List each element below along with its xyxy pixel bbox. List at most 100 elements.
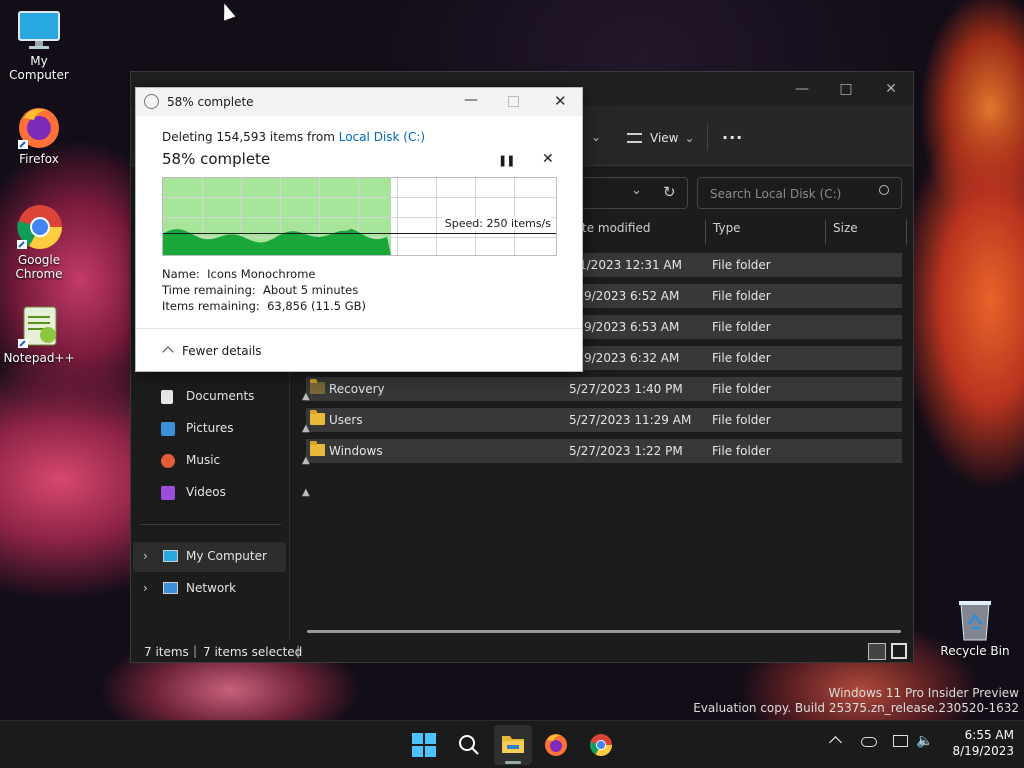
documents-icon [161, 390, 173, 404]
file-explorer-taskbar-button[interactable] [494, 725, 532, 765]
desktop-icon-label: Google Chrome [15, 253, 63, 281]
network-icon [163, 582, 178, 594]
pin-icon[interactable]: ▲ [302, 423, 310, 434]
clock-icon [144, 94, 159, 109]
cancel-icon[interactable]: ✕ [542, 151, 554, 167]
column-header-size[interactable]: Size [833, 221, 858, 235]
firefox-taskbar-icon[interactable] [544, 733, 568, 757]
row-date: 9/2023 6:32 AM [584, 351, 680, 365]
chevron-down-icon: ⌄ [684, 131, 695, 145]
more-options-button[interactable]: ··· [722, 128, 743, 147]
view-button[interactable]: View ⌄ [627, 131, 695, 145]
column-header-date-modified[interactable]: te modified [582, 221, 650, 235]
column-separator[interactable] [705, 220, 706, 244]
dialog-title: 58% complete [167, 95, 254, 109]
sidebar-item-network[interactable]: › Network [133, 574, 286, 604]
desktop-icon-my-computer[interactable]: My Computer [2, 10, 76, 82]
expand-chevron-icon[interactable]: › [143, 581, 148, 595]
delete-progress-dialog: 58% complete — ✕ Deleting 154,593 items … [135, 87, 583, 372]
maximize-icon [508, 96, 519, 107]
refresh-icon[interactable]: ↻ [663, 183, 676, 201]
clock[interactable]: 6:55 AM 8/19/2023 [944, 728, 1014, 758]
sidebar-item-label: Documents [186, 389, 255, 403]
column-header-type[interactable]: Type [713, 221, 741, 235]
show-hidden-icons-chevron-icon[interactable] [829, 736, 842, 749]
search-icon[interactable] [457, 733, 481, 757]
pictures-icon [161, 422, 175, 436]
sidebar-item-videos[interactable]: Videos ▲ [161, 485, 321, 503]
sidebar-splitter[interactable] [289, 372, 290, 640]
row-name: Recovery [329, 382, 385, 396]
watermark-line-2: Evaluation copy. Build 25375.zn_release.… [693, 701, 1019, 715]
details-view-icon[interactable] [868, 643, 886, 660]
sidebar-item-music[interactable]: Music ▲ [161, 453, 321, 471]
pin-icon[interactable]: ▲ [302, 487, 310, 498]
search-input[interactable]: Search Local Disk (C:) [697, 177, 902, 209]
column-separator[interactable] [825, 220, 826, 244]
dialog-titlebar[interactable]: 58% complete — ✕ [136, 88, 582, 116]
sort-dropdown-chevron-icon[interactable]: ⌄ [591, 130, 601, 144]
source-link[interactable]: Local Disk (C:) [339, 130, 425, 144]
start-icon[interactable] [412, 733, 436, 757]
table-row[interactable]: Users 5/27/2023 11:29 AM File folder [306, 408, 902, 432]
minimize-icon[interactable]: — [791, 78, 813, 100]
cloud-offline-icon[interactable] [861, 737, 877, 747]
maximize-icon[interactable]: □ [835, 78, 857, 100]
toolbar-divider [707, 124, 708, 150]
row-type: File folder [712, 320, 771, 334]
detail-items-remaining: Items remaining: 63,856 (11.5 GB) [162, 299, 367, 313]
folder-icon [502, 736, 524, 753]
address-bar[interactable]: ⌄ ↻ [581, 177, 688, 209]
row-type: File folder [712, 382, 771, 396]
row-type: File folder [712, 258, 771, 272]
search-placeholder: Search Local Disk (C:) [710, 187, 842, 201]
fewer-details-label: Fewer details [182, 344, 262, 358]
clock-date: 8/19/2023 [952, 744, 1014, 758]
status-divider: | [193, 644, 198, 658]
desktop-icon-recycle-bin[interactable]: Recycle Bin [938, 598, 1012, 658]
clock-time: 6:55 AM [964, 728, 1014, 742]
close-icon[interactable]: ✕ [554, 92, 567, 110]
monitor-icon [17, 10, 61, 52]
progress-heading: 58% complete [162, 150, 271, 168]
search-icon [879, 185, 889, 195]
desktop-icon-chrome[interactable]: Google Chrome [2, 203, 76, 281]
horizontal-scrollbar[interactable] [307, 630, 901, 633]
sidebar-item-my-computer[interactable]: › My Computer [133, 542, 286, 572]
sidebar-item-documents[interactable]: Documents ▲ [161, 389, 321, 407]
status-selected-count: 7 items selected [203, 645, 303, 659]
dialog-divider [136, 328, 582, 329]
minimize-icon[interactable]: — [464, 92, 478, 108]
row-name: Windows [329, 444, 383, 458]
pin-icon[interactable]: ▲ [302, 391, 310, 402]
table-row[interactable]: Windows 5/27/2023 1:22 PM File folder [306, 439, 902, 463]
column-separator[interactable] [906, 220, 907, 244]
watermark-line-1: Windows 11 Pro Insider Preview [828, 686, 1019, 700]
pause-icon[interactable]: ❚❚ [498, 154, 515, 167]
sidebar-item-label: Network [186, 581, 237, 595]
notepadpp-icon [16, 305, 62, 349]
desktop-icon-label: Notepad++ [3, 351, 75, 365]
row-type: File folder [712, 351, 771, 365]
sidebar-item-pictures[interactable]: Pictures ▲ [161, 421, 321, 439]
pin-icon[interactable]: ▲ [302, 455, 310, 466]
desktop-icon-firefox[interactable]: Firefox [2, 104, 76, 166]
address-history-chevron-icon[interactable]: ⌄ [631, 183, 642, 198]
row-type: File folder [712, 289, 771, 303]
row-date: 9/2023 6:52 AM [584, 289, 680, 303]
expand-chevron-icon[interactable]: › [143, 549, 148, 563]
volume-icon[interactable]: 🔈 [916, 733, 933, 749]
status-bar: 7 items | 7 items selected | [131, 640, 913, 664]
table-row[interactable]: Recovery 5/27/2023 1:40 PM File folder [306, 377, 902, 401]
close-icon[interactable]: ✕ [880, 78, 902, 100]
network-status-icon[interactable] [893, 735, 908, 747]
row-date: 5/27/2023 1:22 PM [569, 444, 683, 458]
videos-icon [161, 486, 175, 500]
desktop-icon-notepadpp[interactable]: Notepad++ [2, 305, 76, 365]
chrome-taskbar-icon[interactable] [589, 733, 613, 757]
tiles-view-icon[interactable] [891, 643, 907, 659]
sidebar-item-label: Pictures [186, 421, 234, 435]
fewer-details-button[interactable]: Fewer details [162, 344, 262, 358]
desktop-icon-label: My Computer [9, 54, 69, 82]
sidebar-item-label: My Computer [186, 549, 267, 563]
